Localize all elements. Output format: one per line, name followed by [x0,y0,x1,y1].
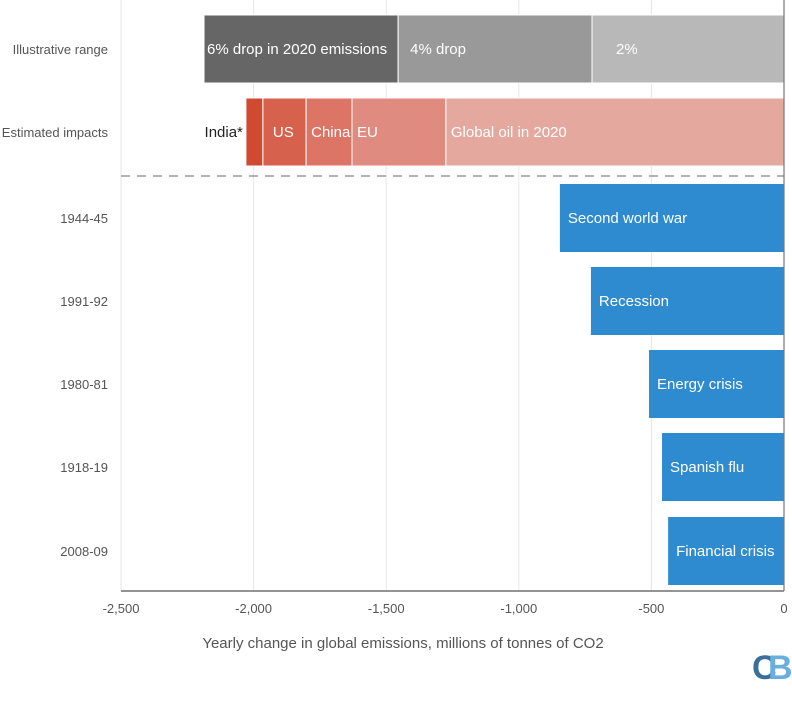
category-label: 2008-09 [60,544,108,559]
gridlines [120,0,652,591]
bar-label: EU [357,124,378,141]
bar-label: US [273,124,294,141]
category-label: Estimated impacts [2,125,109,140]
category-label: 1918-19 [60,460,108,475]
category-label: Illustrative range [13,42,108,57]
category-label: 1980-81 [60,377,108,392]
bars: 6% drop in 2020 emissions 4% drop 2% India*… [203,14,785,585]
x-tick-label: -2,500 [103,601,140,616]
bar-segment [245,97,264,167]
x-tick-label: -500 [638,601,664,616]
carbon-brief-logo: C B [752,649,792,687]
bar-label: India* [205,124,244,141]
bar-label: Recession [599,293,669,310]
category-labels: Illustrative range Estimated impacts 1944-… [2,42,109,559]
x-tick-label: -1,000 [500,601,537,616]
bar-label: China [311,124,351,141]
category-label: 1991-92 [60,294,108,309]
x-tick-label: -2,000 [235,601,272,616]
chart: 6% drop in 2020 emissions 4% drop 2% India*… [2,0,792,687]
x-tick-labels: -2,500 -2,000 -1,500 -1,000 -500 0 [103,601,788,616]
bar-label: 4% drop [410,41,466,58]
category-label: 1944-45 [60,211,108,226]
bar-label: 2% [616,41,638,58]
bar-label: Second world war [568,210,687,227]
bar-label: Energy crisis [657,376,743,393]
x-axis-title: Yearly change in global emissions, milli… [202,635,603,652]
x-tick-label: 0 [780,601,787,616]
bar-label: Financial crisis [676,543,774,560]
bar-label: Global oil in 2020 [451,124,567,141]
x-tick-label: -1,500 [368,601,405,616]
bar-label: 6% drop in 2020 emissions [207,41,387,58]
bar-label: Spanish flu [670,459,744,476]
logo-letter-b: B [768,649,792,687]
